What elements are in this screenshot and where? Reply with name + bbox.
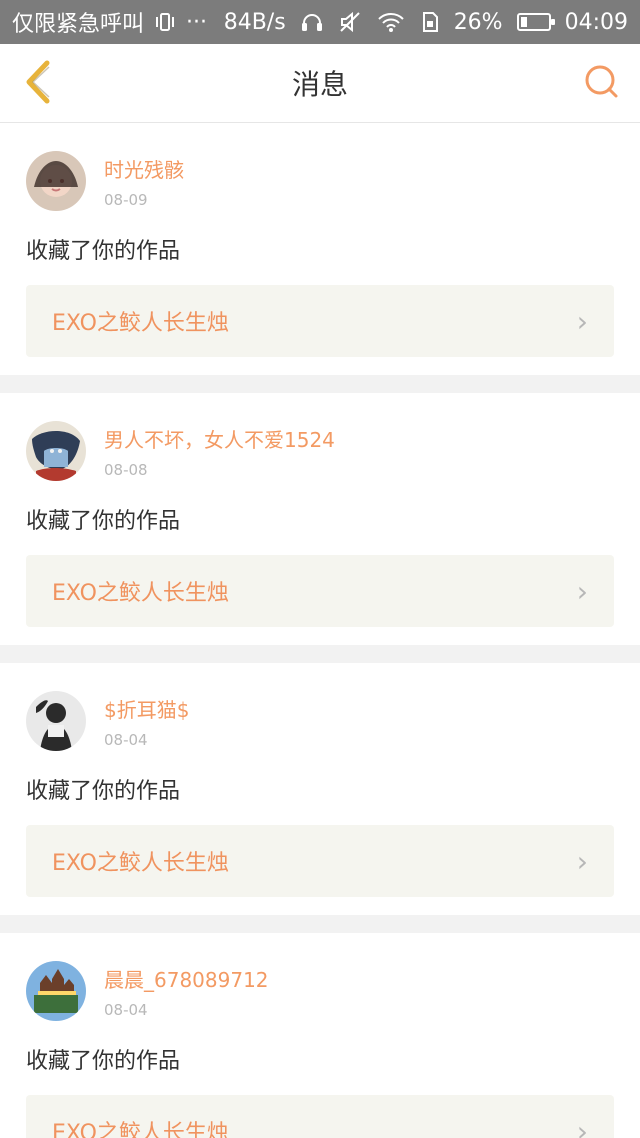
username[interactable]: 晨晨_678089712: [104, 964, 269, 993]
message-item: 男人不坏，女人不爱1524 08-08 收藏了你的作品 EXO之鲛人长生烛 ›: [0, 393, 640, 645]
avatar[interactable]: [26, 961, 86, 1021]
message-date: 08-04: [104, 730, 148, 749]
message-item: 晨晨_678089712 08-04 收藏了你的作品 EXO之鲛人长生烛 ›: [0, 933, 640, 1138]
message-text: 收藏了你的作品: [26, 1049, 181, 1074]
work-card[interactable]: EXO之鲛人长生烛 ›: [26, 825, 614, 897]
wifi-icon: [376, 11, 406, 33]
page-title: 消息: [291, 68, 348, 101]
message-text: 收藏了你的作品: [26, 509, 181, 534]
work-title: EXO之鲛人长生烛: [52, 1121, 229, 1138]
avatar[interactable]: [26, 421, 86, 481]
back-button[interactable]: [14, 58, 62, 106]
battery-icon: [516, 13, 555, 31]
work-title: EXO之鲛人长生烛: [52, 851, 229, 876]
status-bar: 仅限紧急呼叫 ··· 84B/s 26% 04:09: [0, 0, 640, 44]
message-text: 收藏了你的作品: [26, 779, 181, 804]
clock: 04:09: [564, 9, 628, 35]
network-speed: 84B/s: [223, 9, 286, 35]
message-item: $折耳猫$ 08-04 收藏了你的作品 EXO之鲛人长生烛 ›: [0, 663, 640, 915]
work-card[interactable]: EXO之鲛人长生烛 ›: [26, 555, 614, 627]
message-date: 08-04: [104, 1000, 148, 1019]
more-dots-icon: ···: [186, 9, 207, 35]
chevron-right-icon: ›: [576, 844, 588, 878]
chevron-right-icon: ›: [576, 304, 588, 338]
battery-percent: 26%: [453, 9, 503, 35]
avatar[interactable]: [26, 151, 86, 211]
search-icon: [585, 65, 618, 98]
chevron-right-icon: ›: [576, 1114, 588, 1138]
mute-icon: [338, 11, 362, 33]
carrier-text: 仅限紧急呼叫: [12, 12, 145, 37]
vibrate-icon: [154, 11, 176, 33]
message-date: 08-09: [104, 190, 148, 209]
username[interactable]: 时光残骸: [104, 154, 184, 183]
username[interactable]: 男人不坏，女人不爱1524: [104, 424, 335, 453]
chevron-left-icon: [26, 60, 50, 104]
headphones-icon: [300, 11, 324, 33]
avatar[interactable]: [26, 691, 86, 751]
message-item: 时光残骸 08-09 收藏了你的作品 EXO之鲛人长生烛 ›: [0, 123, 640, 375]
message-list: 时光残骸 08-09 收藏了你的作品 EXO之鲛人长生烛 › 男人不坏，女人不爱: [0, 123, 640, 1138]
work-title: EXO之鲛人长生烛: [52, 311, 229, 336]
work-card[interactable]: EXO之鲛人长生烛 ›: [26, 1095, 614, 1138]
work-title: EXO之鲛人长生烛: [52, 581, 229, 606]
chevron-right-icon: ›: [576, 574, 588, 608]
work-card[interactable]: EXO之鲛人长生烛 ›: [26, 285, 614, 357]
search-button[interactable]: [578, 58, 626, 106]
sim-icon: [420, 11, 440, 33]
nav-bar: 消息: [0, 44, 640, 123]
message-text: 收藏了你的作品: [26, 239, 181, 264]
username[interactable]: $折耳猫$: [104, 694, 189, 723]
message-date: 08-08: [104, 460, 148, 479]
